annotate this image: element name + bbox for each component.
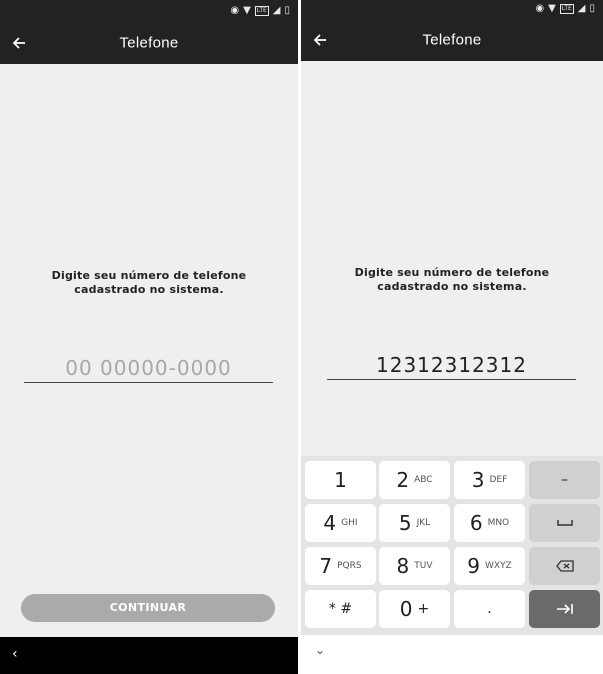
signal-icon: ◢ (577, 3, 586, 14)
key-star-hash[interactable]: * # (305, 590, 376, 628)
key-digit: 8 (396, 554, 410, 578)
key-symbol: – (561, 472, 568, 488)
key-digit: 1 (334, 468, 347, 492)
key-digit: 3 (471, 468, 485, 492)
key-letters: DEF (489, 475, 508, 485)
phone-placeholder: 00 00000-0000 (65, 356, 232, 380)
left-screen: ◉ ▼ LTE ◢ ▯ Telefone Digite seu número d… (0, 0, 298, 674)
keyboard-bottom-bar: ⌄ (301, 635, 603, 674)
key-digit: 6 (469, 511, 483, 535)
key-letters: ABC (414, 475, 433, 485)
status-bar: ◉ ▼ LTE ◢ ▯ (0, 0, 298, 22)
app-bar: Telefone (301, 18, 603, 61)
key-letters: WXYZ (485, 561, 512, 571)
key-letters: JKL (416, 518, 431, 528)
key-8[interactable]: 8 TUV (379, 547, 450, 585)
key-4[interactable]: 4 GHI (305, 504, 376, 542)
nav-back-icon[interactable]: ‹ (12, 646, 18, 662)
lte-icon: LTE (254, 6, 269, 16)
page-title: Telefone (119, 34, 179, 52)
app-bar: Telefone (0, 22, 298, 64)
key-1[interactable]: 1 (305, 461, 376, 499)
phone-prompt: Digite seu número de telefone cadastrado… (51, 269, 247, 296)
eye-icon: ◉ (535, 3, 545, 14)
key-space[interactable] (529, 504, 600, 542)
numeric-keyboard: 1 2 ABC 3 DEF – 4 GHI 5 JKL 6 MNO 7 PQRS… (301, 456, 603, 635)
phone-input[interactable]: 00 00000-0000 (24, 355, 273, 383)
key-backspace[interactable] (529, 547, 600, 585)
key-symbol: . (487, 601, 492, 617)
key-letters: GHI (341, 518, 358, 528)
next-field-icon (556, 604, 573, 614)
key-dot[interactable]: . (454, 590, 525, 628)
right-screen: ◉ ▼ LTE ◢ ▯ Telefone Digite seu número d… (301, 0, 603, 674)
phone-input[interactable]: 12312312312 (327, 352, 576, 380)
key-letters: MNO (487, 518, 510, 528)
hide-keyboard-chevron-icon[interactable]: ⌄ (315, 643, 325, 657)
key-digit: 2 (396, 468, 410, 492)
key-3[interactable]: 3 DEF (454, 461, 525, 499)
phone-value: 12312312312 (376, 353, 527, 377)
continue-button[interactable]: CONTINUAR (21, 594, 275, 622)
key-0[interactable]: 0 + (379, 590, 450, 628)
eye-icon: ◉ (230, 5, 240, 16)
key-next[interactable] (529, 590, 600, 628)
lte-icon: LTE (559, 4, 574, 14)
key-digit: 0 (399, 597, 413, 621)
key-9[interactable]: 9 WXYZ (454, 547, 525, 585)
status-bar: ◉ ▼ LTE ◢ ▯ (301, 0, 603, 18)
signal-icon: ◢ (272, 5, 281, 16)
page-title: Telefone (422, 31, 482, 48)
battery-icon: ▯ (284, 5, 290, 16)
battery-icon: ▯ (589, 3, 595, 14)
space-bar-icon (556, 520, 573, 526)
wifi-icon: ▼ (548, 3, 556, 14)
wifi-icon: ▼ (243, 5, 251, 16)
key-6[interactable]: 6 MNO (454, 504, 525, 542)
key-digit: 4 (323, 511, 337, 535)
key-symbol: * # (328, 601, 353, 617)
key-digit: 7 (319, 554, 333, 578)
key-letters: PQRS (337, 561, 362, 571)
key-digit: 5 (398, 511, 412, 535)
phone-prompt: Digite seu número de telefone cadastrado… (354, 266, 550, 293)
key-digit: 9 (467, 554, 480, 578)
key-letters: TUV (414, 561, 433, 571)
backspace-icon (555, 560, 574, 572)
key-5[interactable]: 5 JKL (379, 504, 450, 542)
system-nav-bar: ‹ (0, 637, 298, 674)
key-2[interactable]: 2 ABC (379, 461, 450, 499)
key-minus[interactable]: – (529, 461, 600, 499)
key-7[interactable]: 7 PQRS (305, 547, 376, 585)
key-symbol: + (417, 601, 430, 617)
